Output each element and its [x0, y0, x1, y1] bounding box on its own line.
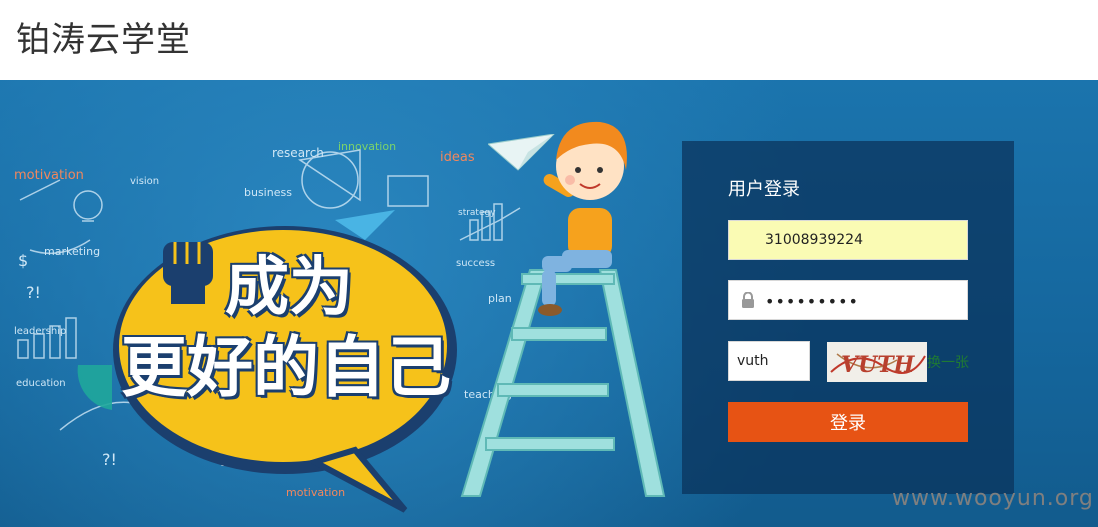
- captcha-image[interactable]: VUTH: [827, 342, 927, 382]
- login-button[interactable]: 登录: [728, 402, 968, 442]
- svg-text:$: $: [18, 251, 28, 270]
- refresh-captcha-link[interactable]: 换一张: [927, 352, 969, 372]
- hero-banner: motivation research innovation ideas bus…: [0, 80, 1098, 527]
- slogan-bubble: 成为 更好的自己: [105, 200, 465, 520]
- boy-on-ladder-illustration: [460, 121, 666, 497]
- login-panel: 用户登录 VUTH 换一张 登录: [682, 141, 1014, 494]
- svg-text:?!: ?!: [26, 283, 41, 302]
- username-field[interactable]: [728, 220, 968, 260]
- password-field[interactable]: [763, 281, 967, 321]
- header: 铂涛云学堂: [0, 0, 1098, 80]
- login-title: 用户登录: [728, 179, 800, 200]
- captcha-graphic: VUTH: [827, 342, 927, 382]
- watermark: www.wooyun.org: [892, 486, 1094, 511]
- site-title: 铂涛云学堂: [16, 20, 191, 60]
- password-field-wrapper: [728, 280, 968, 321]
- lock-icon: [742, 292, 754, 308]
- fist-icon: [163, 242, 213, 304]
- slogan-line-2: 更好的自己: [121, 329, 451, 406]
- captcha-text: VUTH: [841, 352, 916, 378]
- captcha-input[interactable]: [728, 341, 810, 381]
